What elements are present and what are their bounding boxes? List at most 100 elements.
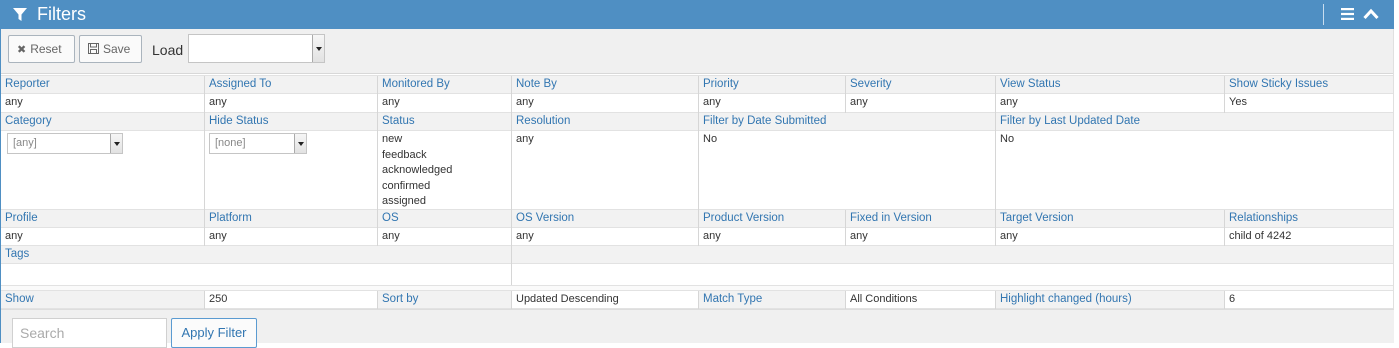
- target-version-label[interactable]: Target Version: [996, 210, 1224, 227]
- close-icon: ✖: [17, 44, 27, 56]
- column-divider: [845, 291, 846, 309]
- sort-by-value: Updated Descending: [512, 291, 698, 308]
- apply-filter-button[interactable]: Apply Filter: [171, 318, 257, 348]
- product-version-value: any: [699, 228, 845, 245]
- reporter-label[interactable]: Reporter: [1, 76, 204, 93]
- platform-value: any: [205, 228, 377, 245]
- show-value: 250: [205, 291, 377, 308]
- date-submitted-value: No: [699, 131, 995, 148]
- match-type-label[interactable]: Match Type: [699, 291, 845, 308]
- note-by-label[interactable]: Note By: [512, 76, 698, 93]
- highlight-changed-label[interactable]: Highlight changed (hours): [996, 291, 1224, 308]
- note-by-value: any: [512, 94, 698, 111]
- status-value-feedback: feedback: [382, 148, 427, 161]
- profile-value: any: [1, 228, 204, 245]
- show-sticky-value: Yes: [1225, 94, 1394, 111]
- column-divider: [845, 76, 846, 113]
- reset-button[interactable]: ✖ Reset: [8, 35, 75, 63]
- os-version-label[interactable]: OS Version: [512, 210, 698, 227]
- severity-value: any: [846, 94, 995, 111]
- column-divider: [845, 210, 846, 246]
- column-divider: [698, 291, 699, 309]
- date-submitted-label[interactable]: Filter by Date Submitted: [699, 113, 995, 130]
- monitored-by-label[interactable]: Monitored By: [378, 76, 511, 93]
- fixed-in-version-label[interactable]: Fixed in Version: [846, 210, 995, 227]
- view-status-label[interactable]: View Status: [996, 76, 1224, 93]
- priority-label[interactable]: Priority: [699, 76, 845, 93]
- filters-footer: Search Apply Filter: [1, 309, 1394, 348]
- column-divider: [1224, 76, 1225, 113]
- last-updated-label[interactable]: Filter by Last Updated Date: [996, 113, 1394, 130]
- reset-label: Reset: [30, 42, 62, 56]
- fixed-in-version-value: any: [846, 228, 995, 245]
- hide-status-select-value: [none]: [215, 137, 246, 149]
- column-divider: [204, 76, 205, 246]
- relationships-label[interactable]: Relationships: [1225, 210, 1394, 227]
- tags-label-filler: [512, 246, 1394, 263]
- chevron-down-icon: [312, 35, 324, 62]
- os-label[interactable]: OS: [378, 210, 511, 227]
- assigned-to-label[interactable]: Assigned To: [205, 76, 377, 93]
- show-label[interactable]: Show: [1, 291, 204, 308]
- category-label[interactable]: Category: [1, 113, 204, 130]
- highlight-changed-value: 6: [1225, 291, 1394, 308]
- severity-label[interactable]: Severity: [846, 76, 995, 93]
- status-value-assigned: assigned: [382, 195, 427, 207]
- assigned-to-value: any: [205, 94, 377, 111]
- status-value-confirmed: confirmed: [382, 179, 431, 192]
- save-label: Save: [103, 42, 131, 56]
- column-divider: [511, 291, 512, 309]
- column-divider: [995, 76, 996, 246]
- chevron-down-icon: [294, 134, 306, 153]
- category-select-value: [any]: [13, 137, 37, 149]
- filter-icon: [13, 8, 27, 21]
- widget-right-border: [1393, 29, 1394, 343]
- save-button[interactable]: Save: [79, 35, 142, 63]
- filters-title: Filters: [37, 4, 86, 24]
- show-sticky-label[interactable]: Show Sticky Issues: [1225, 76, 1394, 93]
- os-value: any: [378, 228, 511, 245]
- status-values: new feedback acknowledged confirmed assi…: [378, 131, 511, 209]
- relationships-value: child of 4242: [1225, 228, 1394, 245]
- filters-header: Filters: [1, 0, 1394, 29]
- resolution-value: any: [512, 131, 698, 148]
- product-version-label[interactable]: Product Version: [699, 210, 845, 227]
- load-select[interactable]: [188, 34, 325, 63]
- column-divider: [377, 291, 378, 309]
- resolution-label[interactable]: Resolution: [512, 113, 698, 130]
- column-divider: [995, 291, 996, 309]
- view-status-value: any: [996, 94, 1224, 111]
- hide-status-select[interactable]: [none]: [209, 133, 307, 154]
- status-value-new: new: [382, 133, 403, 145]
- tags-value: [1, 264, 511, 285]
- row-divider: [1, 263, 1394, 264]
- load-label: Load: [152, 42, 184, 58]
- search-input[interactable]: Search: [12, 318, 167, 348]
- status-label[interactable]: Status: [378, 113, 511, 130]
- floppy-disk-icon: [88, 37, 99, 63]
- reporter-value: any: [1, 94, 204, 111]
- hide-status-label[interactable]: Hide Status: [205, 113, 377, 130]
- filters-widget: Filters ✖ Reset Save Load Reporter Assign…: [0, 0, 1394, 348]
- column-divider: [204, 291, 205, 309]
- os-version-value: any: [512, 228, 698, 245]
- column-divider: [377, 76, 378, 246]
- tags-label[interactable]: Tags: [1, 246, 511, 263]
- sort-by-label[interactable]: Sort by: [378, 291, 511, 308]
- monitored-by-value: any: [378, 94, 511, 111]
- priority-value: any: [699, 94, 845, 111]
- chevron-up-icon[interactable]: [1363, 7, 1379, 21]
- category-select[interactable]: [any]: [7, 133, 123, 154]
- hamburger-icon[interactable]: [1341, 8, 1354, 20]
- header-divider: [1323, 4, 1324, 25]
- column-divider: [1224, 210, 1225, 246]
- filters-toolbar: ✖ Reset Save Load: [1, 29, 1394, 74]
- last-updated-value: No: [996, 131, 1394, 148]
- status-value-acknowledged: acknowledged: [382, 164, 453, 176]
- platform-label[interactable]: Platform: [205, 210, 377, 227]
- chevron-down-icon: [110, 134, 122, 153]
- profile-label[interactable]: Profile: [1, 210, 204, 227]
- column-divider: [698, 76, 699, 246]
- column-divider: [1224, 291, 1225, 309]
- row-divider: [1, 285, 1394, 286]
